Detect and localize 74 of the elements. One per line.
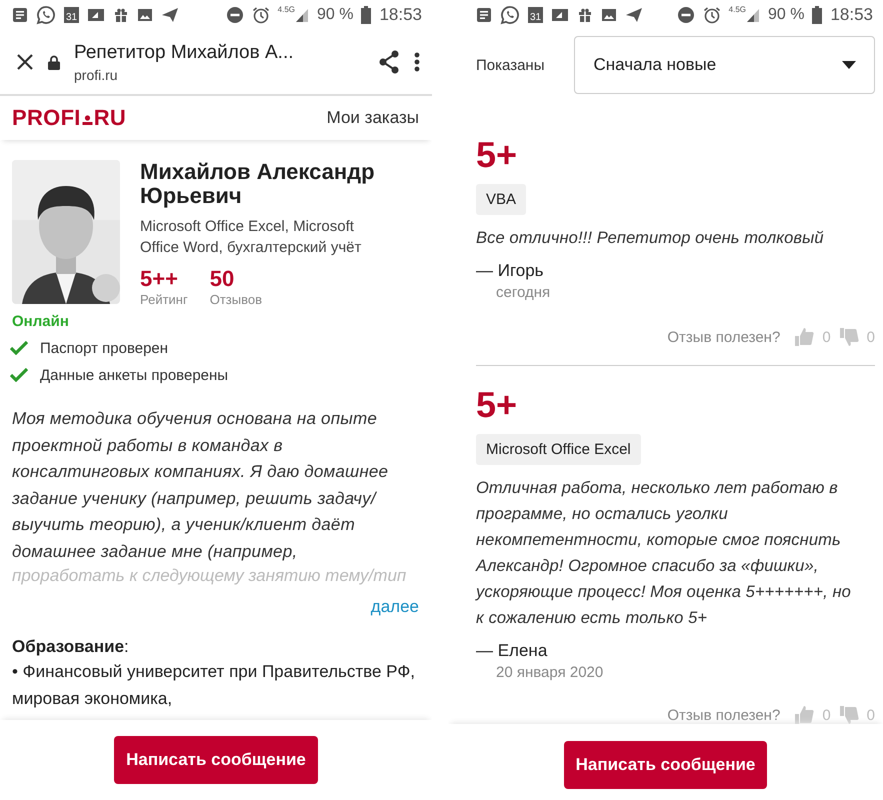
notification-icon — [12, 7, 28, 23]
like-count: 0 — [822, 706, 831, 724]
stat-value: 5++ — [140, 266, 179, 292]
alarm-icon — [702, 6, 721, 24]
battery-icon — [812, 6, 822, 24]
paper-plane-icon — [625, 7, 644, 23]
signal-icon — [294, 7, 309, 23]
review-author: — Игорь — [476, 261, 544, 281]
dislike-count: 0 — [866, 328, 875, 346]
share-icon[interactable] — [378, 50, 400, 74]
review-grade: 5+ — [476, 134, 518, 176]
thumb-down-icon[interactable] — [838, 327, 859, 347]
more-link[interactable]: далее — [358, 587, 432, 617]
battery-icon — [361, 6, 372, 24]
stat-label: Отзывов — [210, 292, 262, 307]
gift-icon — [577, 7, 594, 23]
do-not-disturb-icon — [226, 6, 244, 24]
review-grade: 5+ — [476, 384, 518, 426]
send-message-button[interactable]: Написать сообщение — [114, 736, 318, 784]
subjects-text: Microsoft Office Excel, Microsoft Office Word, бухгалтерский учёт — [140, 217, 362, 258]
education-heading: Образование: — [11, 636, 130, 657]
image-icon — [601, 7, 618, 23]
review-text: Все отлично!!! Репетитор очень толковый — [476, 228, 825, 249]
education-text: • Финансовый университет при Правительстве РФ, мировая экономика, — [11, 661, 416, 710]
battery-level: 90 % — [768, 6, 804, 24]
image-icon — [137, 7, 154, 23]
like-count: 0 — [822, 328, 831, 346]
signal-icon — [746, 7, 760, 23]
do-not-disturb-icon — [676, 6, 695, 24]
verification-label: Данные анкеты проверены — [40, 367, 228, 384]
online-status: Онлайн — [11, 312, 70, 330]
clock-time: 18:53 — [379, 5, 422, 25]
dislike-count: 0 — [866, 706, 875, 724]
description-faded-text: проработать к следующему занятию тему/тип — [11, 565, 408, 587]
send-message-button[interactable]: Написать сообщение — [564, 741, 768, 789]
review-date: 20 января 2020 — [496, 664, 604, 681]
stat-label: Рейтинг — [140, 292, 188, 307]
calendar-date: 31 — [64, 7, 80, 23]
review-text: Отличная работа, несколько лет работаю в программе, но остались уголки некомпетентности, которые смог пояснить Александр! Огромное спасибо за «фишки», ускоряющие процесс! Моя оценка 5+++++++, но к сожалению есть только 5+ — [476, 478, 852, 629]
description-text: Моя методика обучения основана на опыте проектной работы в командах в консалтинговых компаниях. Я даю домашнее задание ученику (например, решить задачу/ выучить теорию), а ученик/клиент даёт домашнее задание мне (например, — [11, 408, 390, 562]
subject-tag: VBA — [476, 184, 526, 215]
network-type: 4.5G — [278, 5, 295, 14]
notification-icon — [476, 7, 492, 23]
thumb-up-icon[interactable] — [794, 327, 814, 347]
review-date: сегодня — [496, 284, 550, 301]
helpful-label: Отзыв полезен? — [667, 328, 780, 346]
verification-label: Паспорт проверен — [40, 340, 168, 357]
paper-plane-icon — [161, 7, 180, 23]
clock-time: 18:53 — [830, 5, 873, 25]
sort-dropdown[interactable]: Сначала новые — [574, 36, 875, 94]
page-url: profi.ru — [74, 66, 119, 82]
thumb-up-icon[interactable] — [794, 705, 814, 725]
thumb-down-icon[interactable] — [838, 705, 859, 725]
review-author: — Елена — [476, 641, 548, 661]
stat-value: 50 — [210, 266, 236, 292]
subject-tag: Microsoft Office Excel — [476, 434, 641, 465]
close-icon[interactable] — [16, 53, 34, 71]
dropdown-caret-icon — [842, 61, 856, 69]
calendar-date: 31 — [528, 7, 544, 23]
page-title: Репетитор Михайлов А... — [74, 42, 295, 64]
tutor-name: Михайлов Александр Юрьевич — [140, 160, 376, 208]
chat-icon — [500, 5, 520, 25]
chat-icon — [36, 5, 56, 25]
gift-icon — [113, 7, 130, 23]
battery-level: 90 % — [316, 6, 354, 24]
more-icon[interactable] — [414, 52, 420, 72]
lock-icon — [48, 54, 60, 70]
my-orders-link[interactable]: Мои заказы — [326, 108, 419, 128]
logo-text[interactable]: RU — [94, 105, 126, 131]
alarm-icon — [252, 6, 270, 24]
helpful-label: Отзыв полезен? — [667, 706, 780, 724]
sort-label: Показаны — [476, 56, 544, 74]
network-type: 4.5G — [728, 5, 746, 14]
logo-text[interactable]: PROFI — [12, 105, 81, 131]
